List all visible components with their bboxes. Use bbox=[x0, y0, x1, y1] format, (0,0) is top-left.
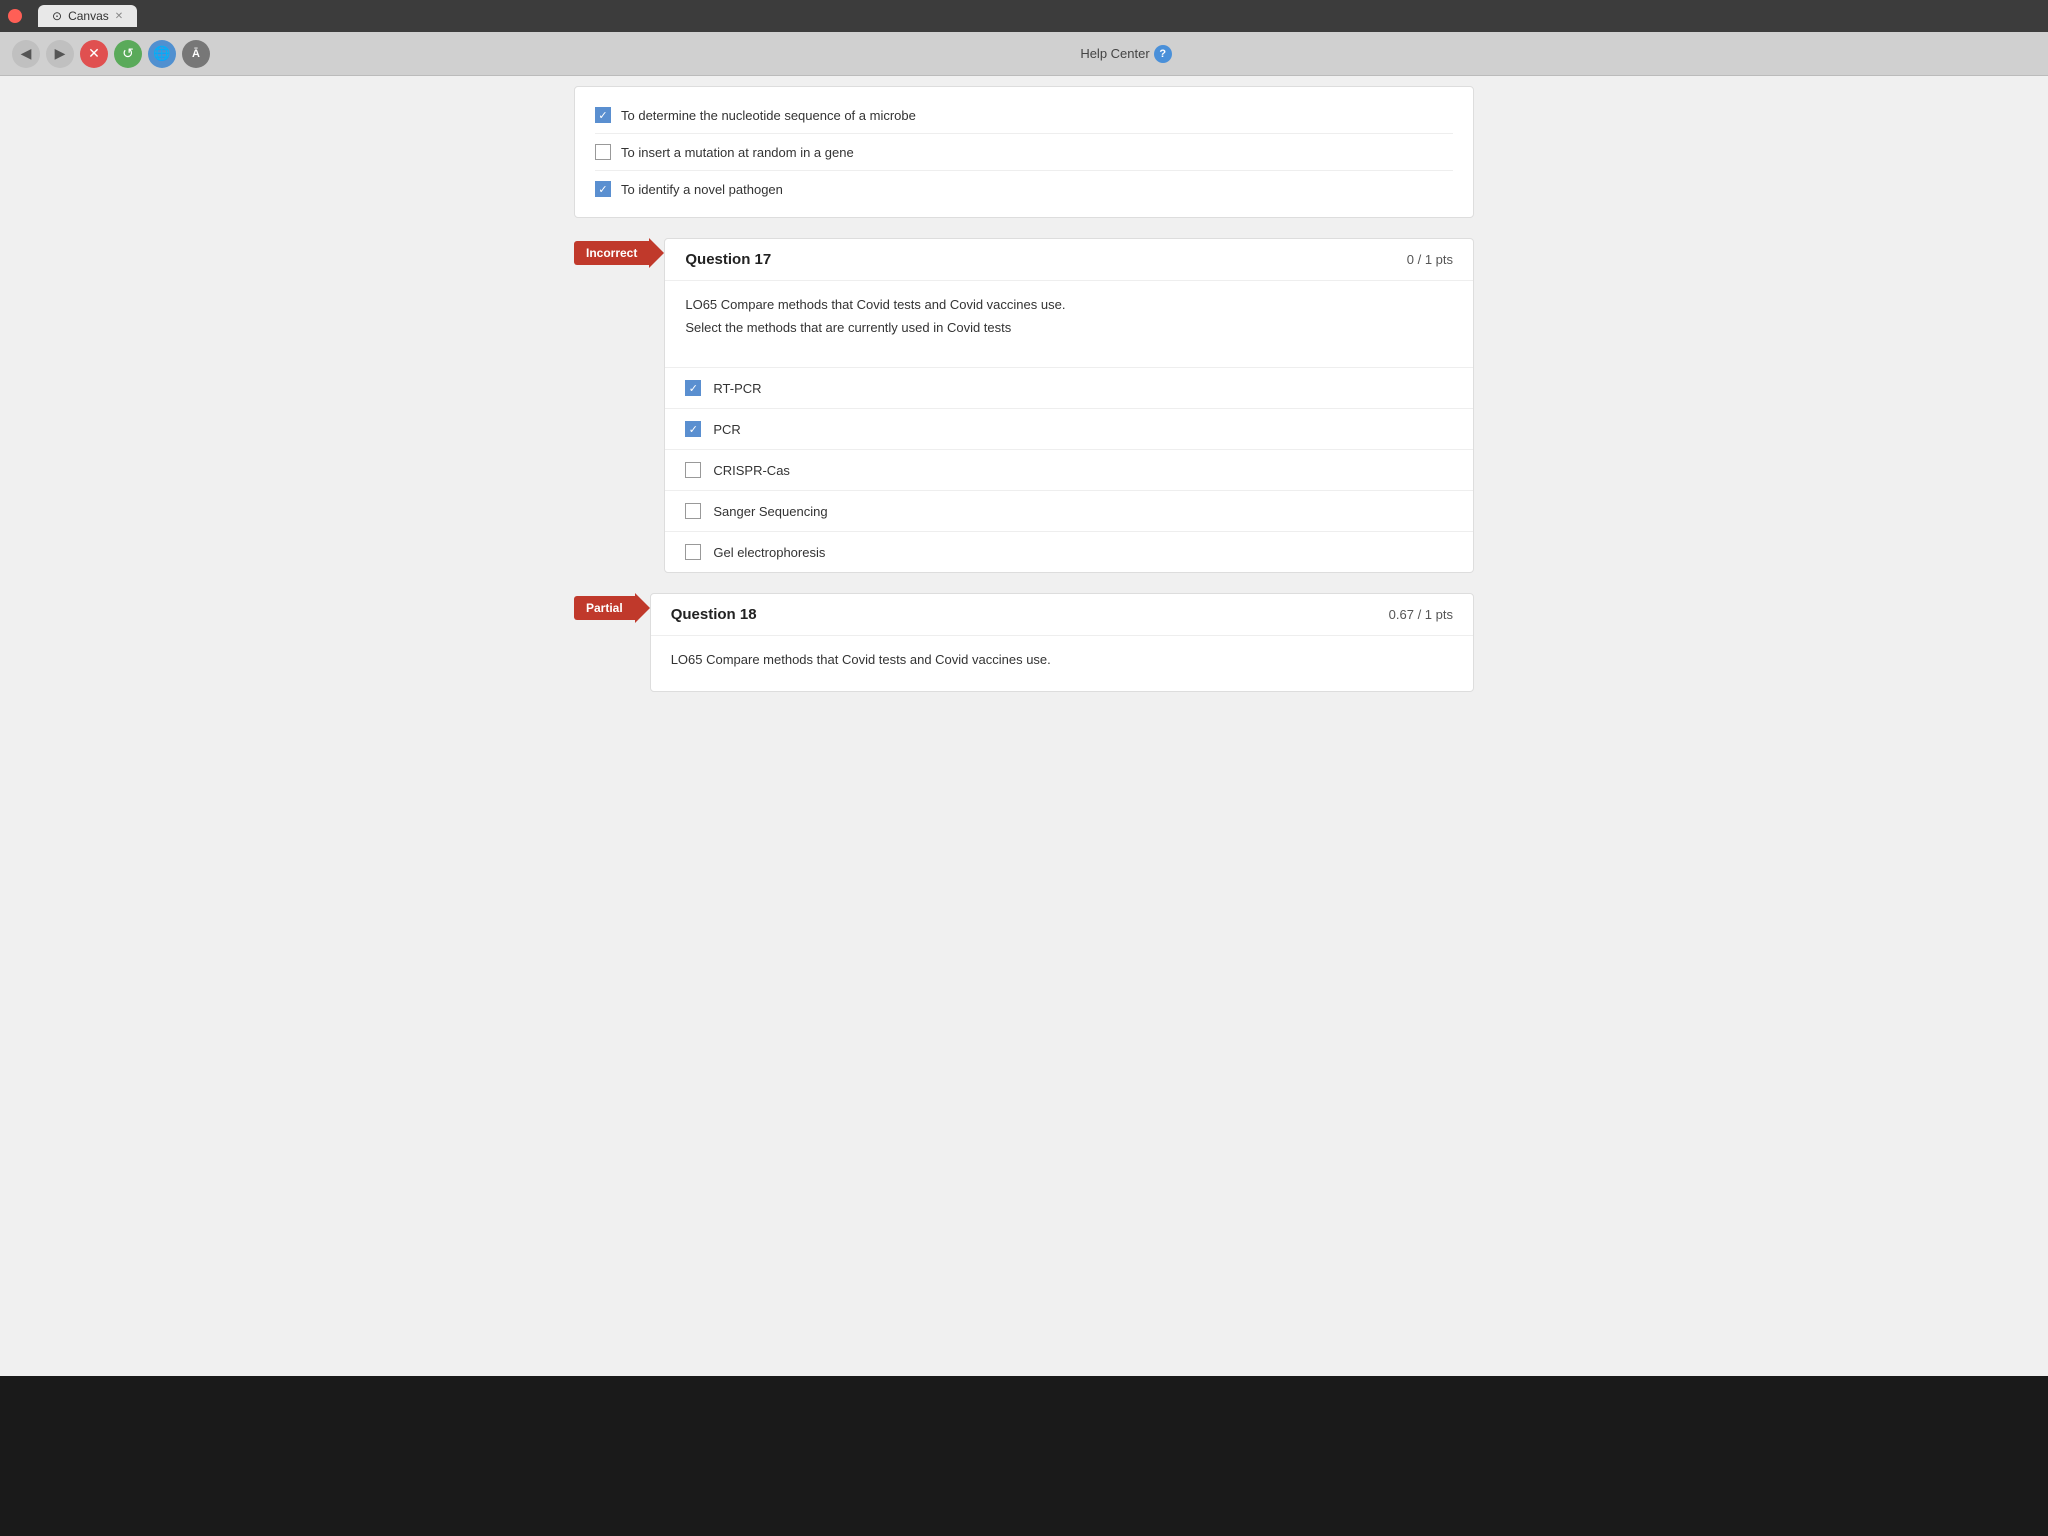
question17-instruction: Select the methods that are currently us… bbox=[685, 320, 1453, 335]
question18-title: Question 18 bbox=[671, 606, 757, 623]
partial-label: Partial bbox=[574, 596, 635, 620]
incorrect-label: Incorrect bbox=[574, 241, 649, 265]
q17-option-1: RT-PCR bbox=[713, 381, 761, 396]
q17-checkbox-5[interactable] bbox=[685, 544, 701, 560]
checkbox-option1[interactable] bbox=[595, 107, 611, 123]
q17-option-4: Sanger Sequencing bbox=[713, 504, 827, 519]
question17-pts: 0 / 1 pts bbox=[1407, 252, 1453, 267]
question17-body: LO65 Compare methods that Covid tests an… bbox=[665, 281, 1473, 367]
incorrect-badge: Incorrect bbox=[574, 238, 664, 268]
question17-header: Question 17 0 / 1 pts bbox=[665, 239, 1473, 281]
help-center-label: Help Center bbox=[1080, 46, 1149, 61]
option-text-3: To identify a novel pathogen bbox=[621, 182, 783, 197]
question17-options: RT-PCR PCR CRISPR-Cas Sanger Sequencing bbox=[665, 367, 1473, 572]
help-icon: ? bbox=[1154, 45, 1172, 63]
font-button[interactable]: Ā bbox=[182, 40, 210, 68]
q17-option-2: PCR bbox=[713, 422, 740, 437]
list-item: CRISPR-Cas bbox=[665, 450, 1473, 491]
list-item: PCR bbox=[665, 409, 1473, 450]
q17-option-3: CRISPR-Cas bbox=[713, 463, 790, 478]
browser-toolbar: ◀ ▶ ✕ ↺ 🌐 Ā Help Center ? bbox=[0, 32, 2048, 76]
question18-header: Question 18 0.67 / 1 pts bbox=[651, 594, 1473, 636]
prev-question-options: To determine the nucleotide sequence of … bbox=[574, 86, 1474, 218]
question18-container: Question 18 0.67 / 1 pts LO65 Compare me… bbox=[650, 593, 1474, 692]
q17-checkbox-1[interactable] bbox=[685, 380, 701, 396]
q17-checkbox-3[interactable] bbox=[685, 462, 701, 478]
question18-pts: 0.67 / 1 pts bbox=[1389, 607, 1453, 622]
list-item: Sanger Sequencing bbox=[665, 491, 1473, 532]
refresh-button[interactable]: ↺ bbox=[114, 40, 142, 68]
back-button[interactable]: ◀ bbox=[12, 40, 40, 68]
address-bar: Help Center ? bbox=[216, 45, 2036, 63]
badge-arrow-incorrect bbox=[649, 238, 664, 268]
browser-tab[interactable]: ⊙ Canvas ✕ bbox=[38, 5, 137, 27]
question17-lo: LO65 Compare methods that Covid tests an… bbox=[685, 297, 1453, 312]
traffic-light-close[interactable] bbox=[8, 9, 22, 23]
tab-icon: ⊙ bbox=[52, 9, 62, 23]
list-item: To determine the nucleotide sequence of … bbox=[595, 97, 1453, 134]
globe-button[interactable]: 🌐 bbox=[148, 40, 176, 68]
question18-body: LO65 Compare methods that Covid tests an… bbox=[651, 636, 1473, 691]
content-area: To determine the nucleotide sequence of … bbox=[0, 76, 2048, 1376]
list-item: To insert a mutation at random in a gene bbox=[595, 134, 1453, 171]
question17-title: Question 17 bbox=[685, 251, 771, 268]
question17-container: Question 17 0 / 1 pts LO65 Compare metho… bbox=[664, 238, 1474, 573]
question18-block: Partial Question 18 0.67 / 1 pts LO65 Co… bbox=[574, 593, 1474, 692]
stop-button[interactable]: ✕ bbox=[80, 40, 108, 68]
tab-close-btn[interactable]: ✕ bbox=[115, 11, 123, 22]
badge-arrow-partial bbox=[635, 593, 650, 623]
q17-checkbox-4[interactable] bbox=[685, 503, 701, 519]
title-bar: ⊙ Canvas ✕ bbox=[0, 0, 2048, 32]
question17-block: Incorrect Question 17 0 / 1 pts LO65 Com… bbox=[574, 238, 1474, 573]
checkbox-option3[interactable] bbox=[595, 181, 611, 197]
checkbox-option2[interactable] bbox=[595, 144, 611, 160]
question18-lo: LO65 Compare methods that Covid tests an… bbox=[671, 652, 1453, 667]
help-center-link[interactable]: Help Center ? bbox=[1080, 45, 1171, 63]
q17-option-5: Gel electrophoresis bbox=[713, 545, 825, 560]
list-item: Gel electrophoresis bbox=[665, 532, 1473, 572]
page-content: To determine the nucleotide sequence of … bbox=[574, 76, 1474, 732]
list-item: To identify a novel pathogen bbox=[595, 171, 1453, 207]
option-text-2: To insert a mutation at random in a gene bbox=[621, 145, 854, 160]
tab-title: Canvas bbox=[68, 9, 109, 23]
forward-button[interactable]: ▶ bbox=[46, 40, 74, 68]
partial-badge: Partial bbox=[574, 593, 650, 623]
q17-checkbox-2[interactable] bbox=[685, 421, 701, 437]
list-item: RT-PCR bbox=[665, 368, 1473, 409]
option-text-1: To determine the nucleotide sequence of … bbox=[621, 108, 916, 123]
keyboard-area bbox=[0, 1376, 2048, 1536]
